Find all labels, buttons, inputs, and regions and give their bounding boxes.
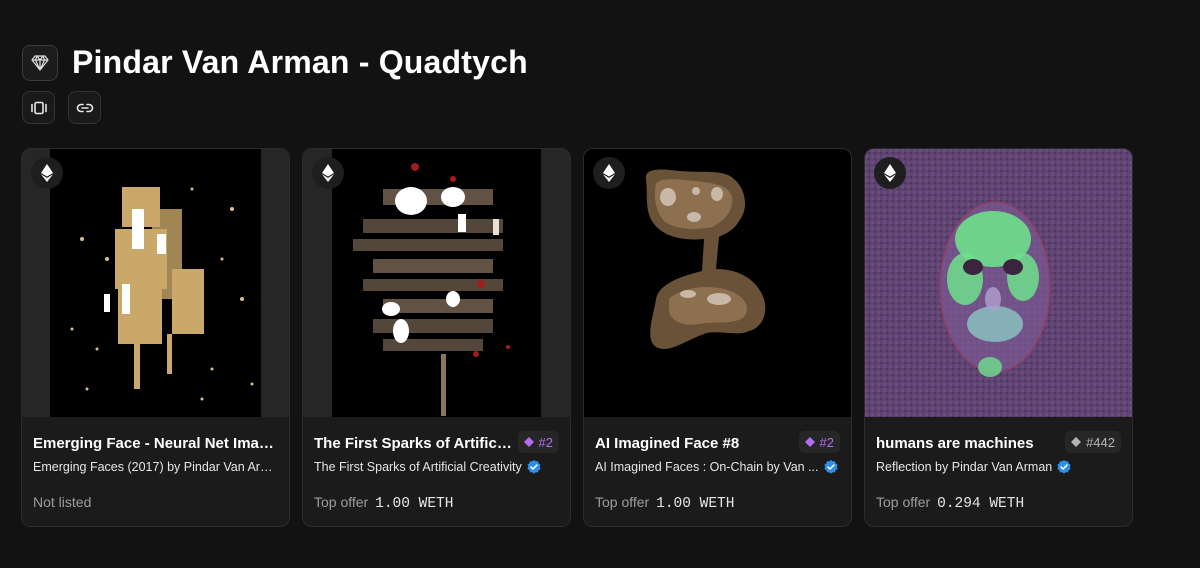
top-offer-label: Top offer xyxy=(314,494,369,510)
gem-icon xyxy=(22,44,58,81)
top-offer-value: 1.00 WETH xyxy=(656,496,735,512)
listing-status: Not listed xyxy=(33,494,92,510)
page-title: Pindar Van Arman - Quadtych xyxy=(72,44,528,80)
link-icon xyxy=(76,103,93,112)
rarity-rank: #442 xyxy=(1086,434,1115,450)
nft-image[interactable] xyxy=(584,149,851,417)
nft-card[interactable]: humans are machines #442 Reflection by P… xyxy=(864,148,1133,527)
rarity-rank: #2 xyxy=(538,434,553,450)
nft-card[interactable]: Emerging Face - Neural Net Imagin... Eme… xyxy=(21,148,290,527)
collection-link[interactable]: The First Sparks of Artificial Creativit… xyxy=(314,460,541,474)
rarity-rank-badge: #442 xyxy=(1065,431,1121,453)
top-offer: Top offer 0.294 WETH xyxy=(876,494,1024,512)
ethereum-icon xyxy=(312,157,344,189)
top-offer: Top offer 1.00 WETH xyxy=(314,494,453,512)
collection-link[interactable]: Emerging Faces (2017) by Pindar Van Arma… xyxy=(33,460,278,474)
rarity-rank: #2 xyxy=(819,434,834,450)
copy-link-button[interactable] xyxy=(68,91,101,124)
page-header: Pindar Van Arman - Quadtych xyxy=(22,44,528,81)
diamond-icon xyxy=(1071,437,1082,447)
collection-name: Reflection by Pindar Van Arman xyxy=(876,460,1053,474)
top-offer: Top offer 1.00 WETH xyxy=(595,494,734,512)
collection-link[interactable]: Reflection by Pindar Van Arman xyxy=(876,460,1071,474)
rarity-rank-badge: #2 xyxy=(517,431,559,453)
card-info: AI Imagined Face #8 #2 AI Imagined Faces… xyxy=(584,417,851,526)
card-info: Emerging Face - Neural Net Imagin... Eme… xyxy=(22,417,289,526)
collection-link[interactable]: AI Imagined Faces : On-Chain by Van ... xyxy=(595,460,838,474)
diamond-icon xyxy=(804,437,815,447)
ethereum-icon xyxy=(593,157,625,189)
nft-name[interactable]: humans are machines xyxy=(876,435,1076,452)
action-bar xyxy=(22,91,101,124)
carousel-icon xyxy=(30,101,47,114)
verified-badge-icon xyxy=(527,460,541,474)
nft-card[interactable]: AI Imagined Face #8 #2 AI Imagined Faces… xyxy=(583,148,852,527)
ethereum-icon xyxy=(31,157,63,189)
nft-card[interactable]: The First Sparks of Artificia... #2 The … xyxy=(302,148,571,527)
verified-badge-icon xyxy=(1057,460,1071,474)
nft-image[interactable] xyxy=(22,149,289,417)
rarity-rank-badge: #2 xyxy=(798,431,840,453)
top-offer-label: Top offer xyxy=(876,494,931,510)
carousel-view-button[interactable] xyxy=(22,91,55,124)
card-info: The First Sparks of Artificia... #2 The … xyxy=(303,417,570,526)
nft-image[interactable] xyxy=(303,149,570,417)
nft-name[interactable]: The First Sparks of Artificia... xyxy=(314,435,514,452)
nft-name[interactable]: AI Imagined Face #8 xyxy=(595,435,795,452)
verified-badge-icon xyxy=(823,460,838,474)
diamond-icon xyxy=(523,437,534,447)
collection-name: AI Imagined Faces : On-Chain by Van ... xyxy=(595,460,819,474)
nft-image[interactable] xyxy=(865,149,1132,417)
nft-name[interactable]: Emerging Face - Neural Net Imagin... xyxy=(33,435,278,452)
collection-name: Emerging Faces (2017) by Pindar Van Arma… xyxy=(33,460,278,474)
top-offer-label: Top offer xyxy=(595,494,650,510)
card-info: humans are machines #442 Reflection by P… xyxy=(865,417,1132,526)
top-offer-value: 0.294 WETH xyxy=(937,496,1025,512)
ethereum-icon xyxy=(874,157,906,189)
top-offer-value: 1.00 WETH xyxy=(375,496,454,512)
collection-name: The First Sparks of Artificial Creativit… xyxy=(314,460,522,474)
